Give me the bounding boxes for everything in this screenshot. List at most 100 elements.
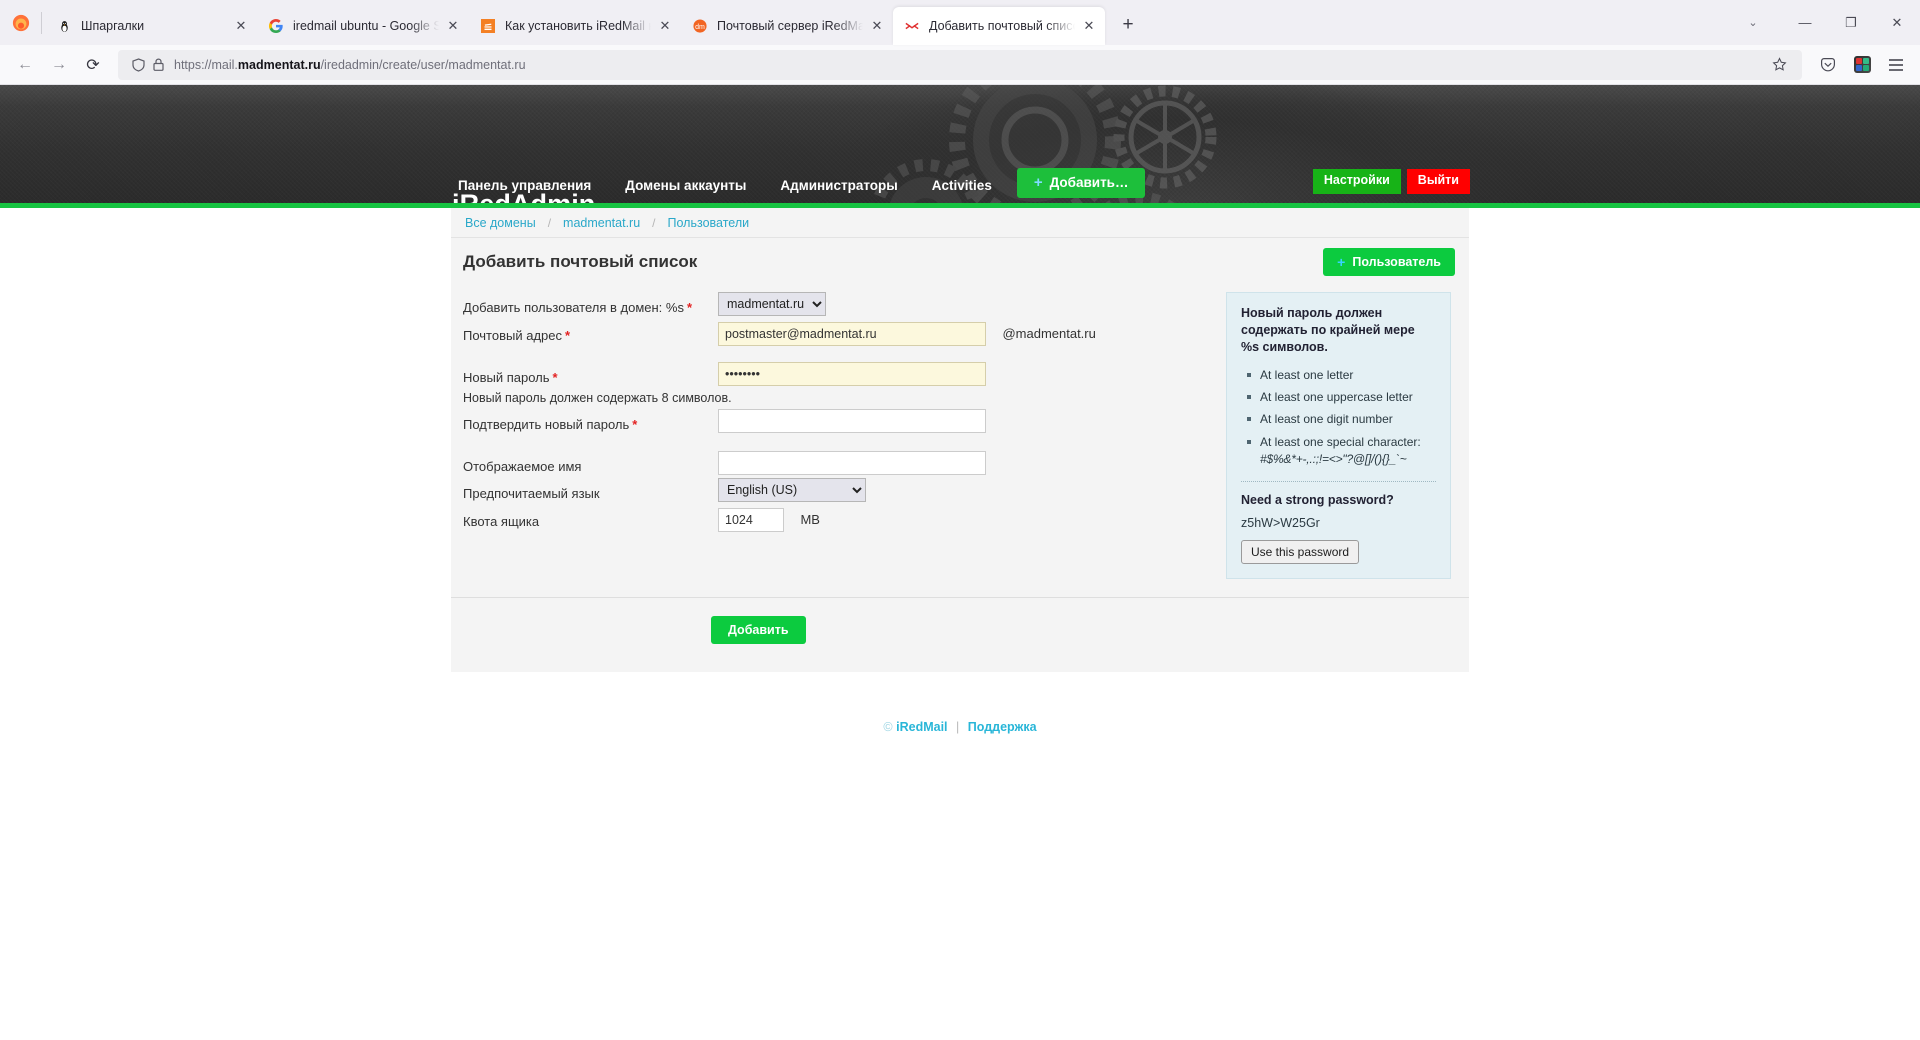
password-rule: At least one uppercase letter: [1247, 389, 1436, 406]
tab-title: iredmail ubuntu - Google Search: [293, 19, 439, 33]
maximize-button[interactable]: ❐: [1828, 0, 1874, 45]
breadcrumb-item-domain[interactable]: madmentat.ru: [561, 216, 642, 230]
nav-item-domains[interactable]: Домены аккаунты: [608, 169, 763, 203]
extension-icon[interactable]: [1846, 49, 1878, 81]
breadcrumb-separator: /: [652, 215, 656, 230]
field-row-domain: Добавить пользователя в домен: %s * madme…: [463, 292, 1198, 318]
submit-row: Добавить: [451, 598, 1469, 644]
bookmark-star-icon[interactable]: [1766, 57, 1792, 72]
form-fields-column: Добавить пользователя в домен: %s * madme…: [463, 286, 1198, 579]
browser-chrome: Шпаргалки ✕ iredmail ubuntu - Google Sea…: [0, 0, 1920, 85]
address-bar[interactable]: https://mail.madmentat.ru/iredadmin/crea…: [118, 49, 1802, 80]
reload-button[interactable]: ⟳: [76, 49, 110, 81]
tab-0[interactable]: Шпаргалки ✕: [45, 7, 257, 45]
tab-close-icon[interactable]: ✕: [1079, 16, 1099, 36]
breadcrumb-item-all-domains[interactable]: Все домены: [463, 216, 538, 230]
new-password-input[interactable]: [718, 361, 986, 386]
tab-title: Почтовый сервер iRedMail на: [717, 19, 863, 33]
password-hint-column: Новый пароль должен содержать по крайней…: [1198, 286, 1457, 579]
add-user-label: Пользователь: [1352, 255, 1441, 269]
breadcrumb-item-users[interactable]: Пользователи: [666, 216, 752, 230]
settings-button[interactable]: Настройки: [1312, 169, 1401, 194]
add-dropdown-button[interactable]: + Добавить…: [1016, 168, 1146, 198]
tab-4-active[interactable]: Добавить почтовый список ✕: [893, 7, 1105, 45]
site-header: iRedAdmin iRedMail Admin Panel Настройки…: [0, 85, 1920, 203]
display-name-label: Отображаемое имя: [463, 458, 582, 474]
language-select[interactable]: English (US): [718, 478, 866, 503]
iredmail-icon: [904, 18, 920, 34]
domain-label: Добавить пользователя в домен: %s *: [463, 300, 693, 315]
tab-close-icon[interactable]: ✕: [655, 16, 675, 36]
plus-icon: +: [1033, 174, 1043, 191]
display-name-input[interactable]: [718, 450, 986, 475]
mail-domain-suffix: @madmentat.ru: [1002, 325, 1096, 341]
language-label: Предпочитаемый язык: [463, 486, 600, 502]
tab-title: Добавить почтовый список: [929, 19, 1075, 33]
mail-address-input[interactable]: [718, 321, 986, 346]
mail-address-label: Почтовый адрес *: [463, 327, 571, 343]
forward-button[interactable]: →: [42, 49, 76, 81]
firefox-logo-icon: [4, 0, 38, 45]
hamburger-menu-icon[interactable]: [1880, 49, 1912, 81]
minimize-button[interactable]: —: [1782, 0, 1828, 45]
window-controls: ⌄ — ❐ ✕: [1724, 0, 1920, 45]
password-length-help: Новый пароль должен содержать 8 символов…: [463, 390, 732, 405]
footer-brand-link[interactable]: iRedMail: [896, 720, 947, 734]
field-row-confirm-password: Подтвердить новый пароль *: [463, 408, 1198, 435]
tab-close-icon[interactable]: ✕: [867, 16, 887, 36]
navigation-toolbar: ← → ⟳ https://mail.madmentat.ru/iredadmi…: [0, 45, 1920, 85]
quota-input[interactable]: [718, 508, 784, 533]
add-user-button[interactable]: + Пользователь: [1323, 248, 1455, 276]
stackoverflow-icon: [480, 18, 496, 34]
add-dropdown-label: Добавить…: [1049, 175, 1129, 190]
close-window-button[interactable]: ✕: [1874, 0, 1920, 45]
confirm-password-input[interactable]: [718, 408, 986, 433]
penguin-icon: [56, 18, 72, 34]
tab-title: Шпаргалки: [81, 19, 145, 33]
lock-icon[interactable]: [148, 58, 168, 71]
page-footer: © iRedMail | Поддержка: [0, 672, 1920, 734]
footer-support-link[interactable]: Поддержка: [968, 720, 1037, 734]
field-row-mail-address: Почтовый адрес* @madmentat.ru: [463, 320, 1198, 346]
domain-select[interactable]: madmentat.ru: [718, 292, 826, 316]
submit-button[interactable]: Добавить: [711, 615, 806, 644]
shield-icon[interactable]: [128, 57, 148, 72]
tab-1[interactable]: iredmail ubuntu - Google Search ✕: [257, 7, 469, 45]
breadcrumb: Все домены / madmentat.ru / Пользователи: [451, 208, 1469, 238]
tab-close-icon[interactable]: ✕: [231, 16, 251, 36]
nav-item-dashboard[interactable]: Панель управления: [452, 169, 608, 203]
tab-strip: Шпаргалки ✕ iredmail ubuntu - Google Sea…: [0, 0, 1920, 45]
tab-3[interactable]: dm Почтовый сервер iRedMail на ✕: [681, 7, 893, 45]
nav-item-activities[interactable]: Activities: [915, 169, 1009, 203]
confirm-password-label: Подтвердить новый пароль *: [463, 416, 638, 432]
copyright-symbol: ©: [883, 719, 893, 734]
generated-password: z5hW>W25Gr: [1241, 515, 1320, 530]
tab-2[interactable]: Как установить iRedMail на Ubuntu ✕: [469, 7, 681, 45]
plus-icon: +: [1337, 254, 1346, 270]
tab-close-icon[interactable]: ✕: [443, 16, 463, 36]
new-password-label: Новый пароль *: [463, 369, 558, 385]
password-requirements-panel: Новый пароль должен содержать по крайней…: [1226, 292, 1451, 579]
required-marker: *: [565, 327, 571, 343]
page-content: iRedAdmin iRedMail Admin Panel Настройки…: [0, 85, 1920, 1040]
new-tab-button[interactable]: +: [1113, 10, 1143, 40]
orange-circle-icon: dm: [692, 18, 708, 34]
list-all-tabs-icon[interactable]: ⌄: [1724, 0, 1782, 45]
divider: [1241, 480, 1436, 482]
nav-item-admins[interactable]: Администраторы: [763, 169, 914, 203]
footer-separator: |: [956, 719, 960, 734]
back-button[interactable]: ←: [8, 49, 42, 81]
tab-title: Как установить iRedMail на Ubuntu: [505, 19, 651, 33]
logout-button[interactable]: Выйти: [1406, 169, 1470, 194]
password-rule: At least one letter: [1247, 367, 1436, 384]
content-area: Все домены / madmentat.ru / Пользователи…: [0, 208, 1920, 734]
pocket-icon[interactable]: [1812, 49, 1844, 81]
use-this-password-button[interactable]: Use this password: [1241, 539, 1360, 564]
header-action-buttons: Настройки Выйти: [1312, 169, 1470, 194]
main-panel: Добавить почтовый список + Пользователь …: [451, 238, 1469, 672]
breadcrumb-separator: /: [547, 215, 552, 230]
password-rule: At least one digit number: [1247, 411, 1436, 428]
field-row-language: Предпочитаемый язык English (US): [463, 478, 1198, 504]
